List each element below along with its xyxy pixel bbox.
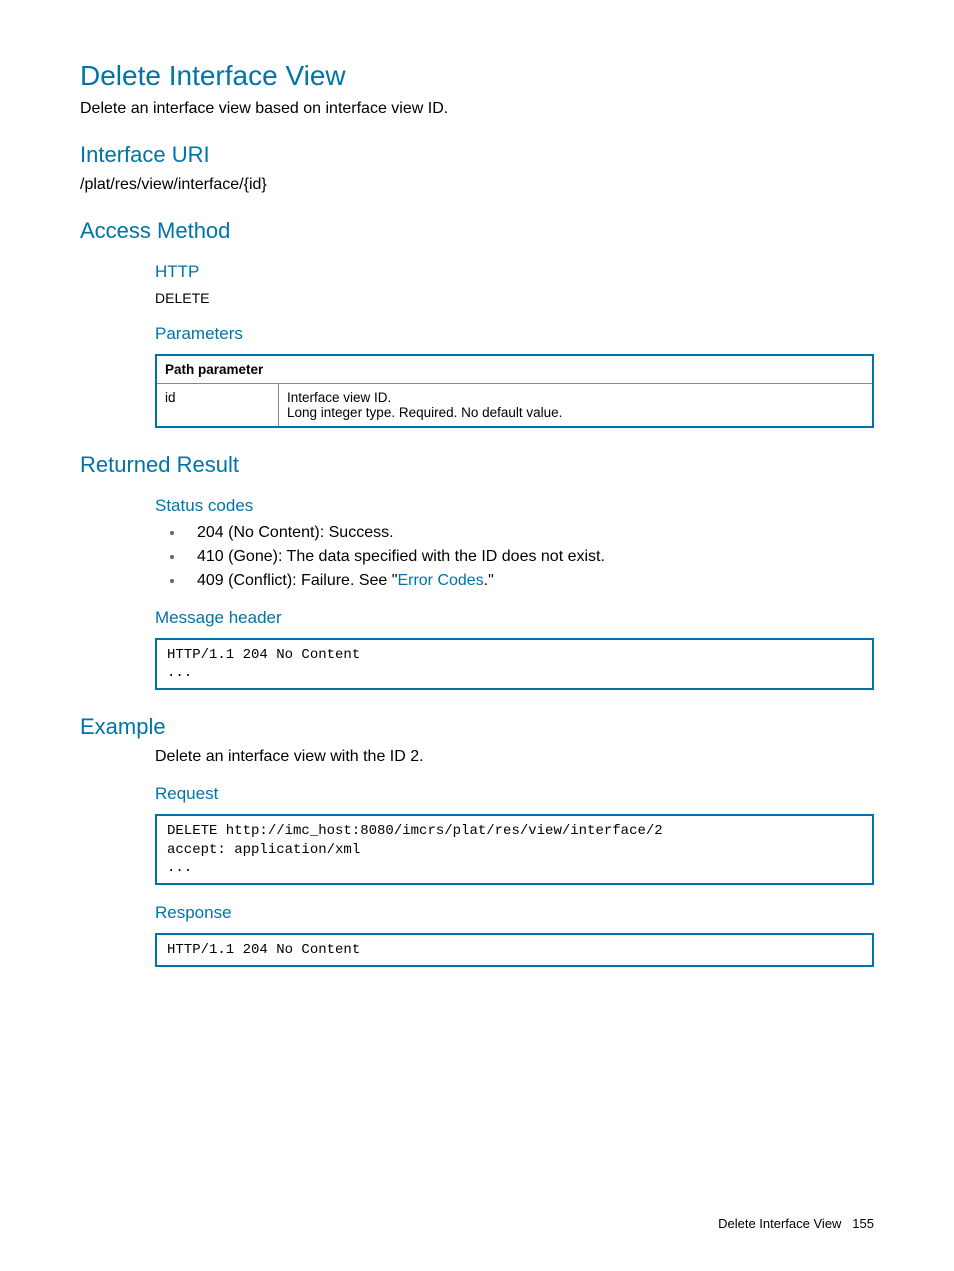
table-header: Path parameter	[156, 355, 873, 384]
code409-suffix: ."	[484, 572, 494, 589]
list-item: 204 (No Content): Success.	[185, 524, 874, 542]
status-codes-label: Status codes	[155, 496, 874, 516]
list-item: 409 (Conflict): Failure. See "Error Code…	[185, 572, 874, 590]
http-value: DELETE	[155, 290, 874, 306]
intro-text: Delete an interface view based on interf…	[80, 100, 874, 118]
example-intro: Delete an interface view with the ID 2.	[155, 748, 874, 766]
http-label: HTTP	[155, 262, 874, 282]
param-desc-line1: Interface view ID.	[287, 390, 864, 405]
table-row: id Interface view ID. Long integer type.…	[156, 384, 873, 428]
interface-uri-heading: Interface URI	[80, 142, 874, 168]
returned-result-heading: Returned Result	[80, 452, 874, 478]
access-method-heading: Access Method	[80, 218, 874, 244]
response-code: HTTP/1.1 204 No Content	[155, 933, 874, 967]
footer-title: Delete Interface View	[718, 1216, 841, 1231]
request-label: Request	[155, 784, 874, 804]
page-title: Delete Interface View	[80, 60, 874, 92]
list-item: 410 (Gone): The data specified with the …	[185, 548, 874, 566]
error-codes-link[interactable]: Error Codes	[397, 572, 483, 589]
example-heading: Example	[80, 714, 874, 740]
param-desc: Interface view ID. Long integer type. Re…	[279, 384, 874, 428]
page-footer: Delete Interface View 155	[718, 1216, 874, 1231]
message-header-code: HTTP/1.1 204 No Content ...	[155, 638, 874, 690]
param-name: id	[156, 384, 279, 428]
request-code: DELETE http://imc_host:8080/imcrs/plat/r…	[155, 814, 874, 885]
param-desc-line2: Long integer type. Required. No default …	[287, 405, 864, 420]
footer-page: 155	[852, 1216, 874, 1231]
parameters-table: Path parameter id Interface view ID. Lon…	[155, 354, 874, 428]
response-label: Response	[155, 903, 874, 923]
interface-uri-value: /plat/res/view/interface/{id}	[80, 176, 874, 194]
message-header-label: Message header	[155, 608, 874, 628]
code409-prefix: 409 (Conflict): Failure. See "	[197, 572, 397, 589]
status-codes-list: 204 (No Content): Success. 410 (Gone): T…	[155, 524, 874, 590]
parameters-label: Parameters	[155, 324, 874, 344]
